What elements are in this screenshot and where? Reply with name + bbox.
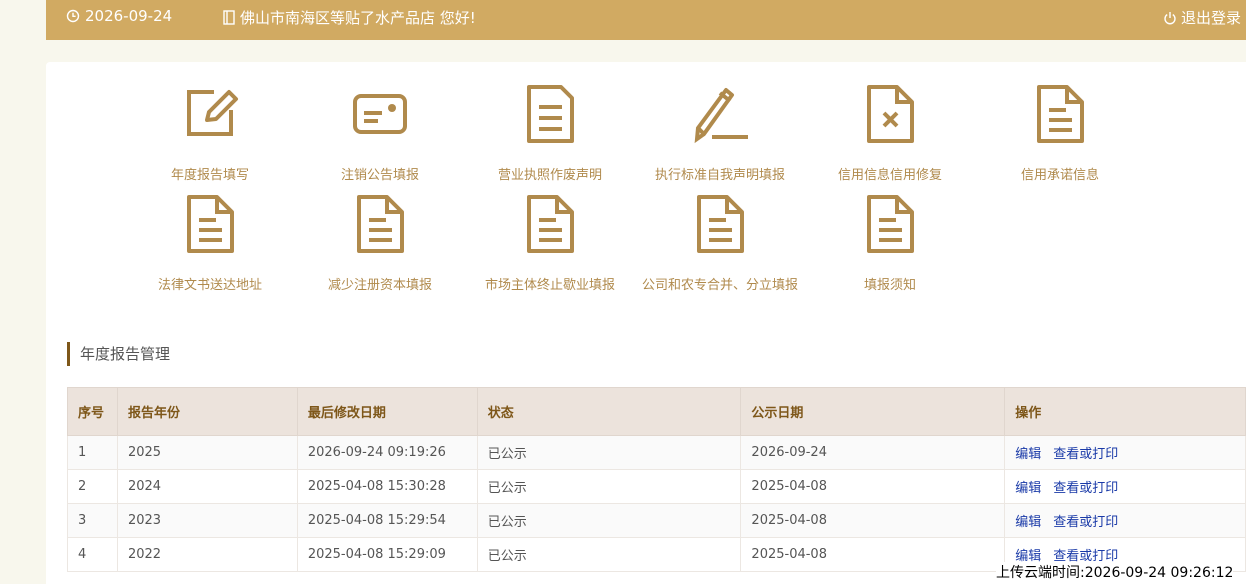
func-termination[interactable]: 市场主体终止歇业填报 — [465, 194, 635, 294]
func-label: 信用信息信用修复 — [837, 168, 942, 183]
func-standard-declaration[interactable]: 执行标准自我声明填报 — [635, 84, 805, 184]
func-label: 营业执照作废声明 — [497, 168, 602, 183]
cell: 2025-04-08 — [740, 503, 1006, 538]
document-icon — [357, 195, 404, 253]
cell: 1 — [67, 435, 118, 470]
func-label: 执行标准自我声明填报 — [654, 168, 785, 183]
cell: 2024 — [116, 469, 298, 504]
edit-icon — [187, 90, 238, 136]
func-label: 年度报告填写 — [170, 168, 249, 183]
cell: 已公示 — [476, 435, 742, 470]
logout-button[interactable]: 退出登录 — [1163, 7, 1241, 28]
func-annual-report[interactable]: 年度报告填写 — [125, 84, 295, 184]
func-label: 公司和农专合并、分立填报 — [641, 278, 798, 293]
func-label: 法律文书送达地址 — [157, 278, 262, 293]
func-label: 信用承诺信息 — [1020, 168, 1099, 183]
func-merger-split[interactable]: 公司和农专合并、分立填报 — [635, 194, 805, 294]
view-print-link[interactable]: 查看或打印 — [1053, 481, 1118, 496]
edit-link[interactable]: 编辑 — [1015, 481, 1041, 496]
store-icon — [223, 10, 235, 25]
logout-label: 退出登录 — [1181, 9, 1242, 27]
document-icon — [697, 195, 744, 253]
func-label: 填报须知 — [863, 278, 916, 293]
main-panel: 年度报告填写 注销公告填报 营业执照作废声明 执行标准自我声明填报 信用信息信用… — [46, 62, 1246, 584]
cell: 4 — [67, 537, 118, 572]
cell: 2026-09-24 — [740, 435, 1006, 470]
table-row: 1 2025 2026-09-24 09:19:26 已公示 2026-09-2… — [67, 435, 1246, 470]
edit-link[interactable]: 编辑 — [1015, 515, 1041, 530]
pen-icon — [694, 88, 748, 144]
section-title: 年度报告管理 — [67, 342, 170, 366]
func-capital-reduction[interactable]: 减少注册资本填报 — [295, 194, 465, 294]
col-header: 状态 — [476, 387, 742, 436]
date-display: 2026-09-24 — [66, 7, 172, 25]
func-label: 注销公告填报 — [340, 168, 419, 183]
col-header: 公示日期 — [740, 387, 1006, 436]
table-row: 2 2024 2025-04-08 15:30:28 已公示 2025-04-0… — [67, 469, 1246, 504]
id-card-icon — [353, 94, 407, 134]
clock-icon — [66, 9, 80, 23]
top-bar: 2026-09-24 佛山市南海区等贴了水产品店 您好! 退出登录 — [46, 0, 1246, 40]
func-credit-repair[interactable]: 信用信息信用修复 — [805, 84, 975, 184]
document-icon — [1037, 85, 1084, 143]
cell: 2023 — [116, 503, 298, 538]
cell: 2 — [67, 469, 118, 504]
document-icon — [187, 195, 234, 253]
cell: 2022 — [116, 537, 298, 572]
cell: 2025-04-08 — [740, 537, 1006, 572]
func-label: 减少注册资本填报 — [327, 278, 432, 293]
cell-actions: 编辑 查看或打印 — [1004, 469, 1246, 504]
cell: 2025-04-08 15:29:09 — [296, 537, 478, 572]
greeting: 佛山市南海区等贴了水产品店 您好! — [223, 7, 476, 28]
table-row: 3 2023 2025-04-08 15:29:54 已公示 2025-04-0… — [67, 503, 1246, 538]
document-icon — [867, 195, 914, 253]
view-print-link[interactable]: 查看或打印 — [1053, 447, 1118, 462]
col-header: 报告年份 — [116, 387, 298, 436]
col-header: 操作 — [1004, 387, 1246, 436]
cell-actions: 编辑 查看或打印 — [1004, 435, 1246, 470]
func-credit-commitment[interactable]: 信用承诺信息 — [975, 84, 1145, 184]
document-icon — [527, 85, 574, 143]
cell: 2025-04-08 15:29:54 — [296, 503, 478, 538]
greeting-text: 佛山市南海区等贴了水产品店 您好! — [240, 9, 476, 27]
func-instructions[interactable]: 填报须知 — [805, 194, 975, 294]
cell: 3 — [67, 503, 118, 538]
col-header: 序号 — [67, 387, 118, 436]
func-license-void[interactable]: 营业执照作废声明 — [465, 84, 635, 184]
current-date: 2026-09-24 — [85, 7, 173, 25]
func-legal-address[interactable]: 法律文书送达地址 — [125, 194, 295, 294]
col-header: 最后修改日期 — [296, 387, 478, 436]
cell: 2026-09-24 09:19:26 — [296, 435, 478, 470]
document-x-icon — [867, 85, 914, 143]
func-label: 市场主体终止歇业填报 — [484, 278, 615, 293]
power-icon — [1164, 11, 1176, 24]
view-print-link[interactable]: 查看或打印 — [1053, 515, 1118, 530]
table-header-row: 序号 报告年份 最后修改日期 状态 公示日期 操作 — [67, 387, 1246, 436]
cell: 2025-04-08 15:30:28 — [296, 469, 478, 504]
cell: 2025-04-08 — [740, 469, 1006, 504]
document-icon — [527, 195, 574, 253]
cell: 已公示 — [476, 503, 742, 538]
func-cancel-notice[interactable]: 注销公告填报 — [295, 84, 465, 184]
annual-report-table: 序号 报告年份 最后修改日期 状态 公示日期 操作 1 2025 2026-09… — [67, 387, 1246, 572]
cell: 2025 — [116, 435, 298, 470]
edit-link[interactable]: 编辑 — [1015, 447, 1041, 462]
upload-timestamp: 上传云端时间:2026-09-24 09:26:12 — [996, 562, 1234, 582]
cell: 已公示 — [476, 537, 742, 572]
cell-actions: 编辑 查看或打印 — [1004, 503, 1246, 538]
cell: 已公示 — [476, 469, 742, 504]
